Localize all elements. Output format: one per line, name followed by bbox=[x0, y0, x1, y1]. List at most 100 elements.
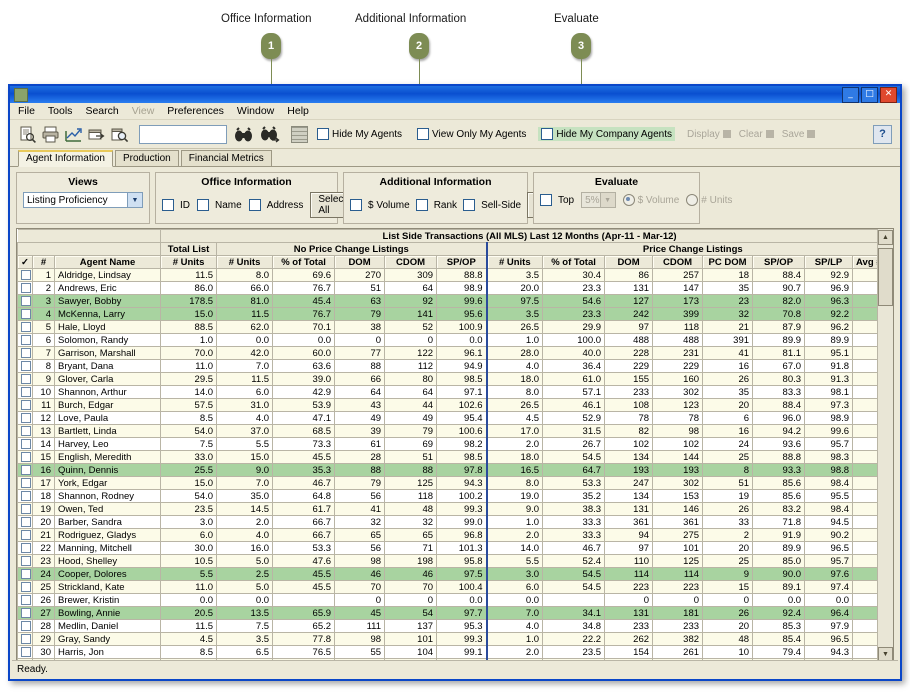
table-row[interactable]: 5 Hale, Lloyd 88.5 62.0 70.1 38 52 100.9 26.5 29.… bbox=[17, 320, 877, 334]
table-row[interactable]: 25 Strickland, Kate 11.0 5.0 45.5 70 70 100.4 6.… bbox=[17, 580, 877, 594]
window-export-icon[interactable] bbox=[87, 125, 106, 144]
binoculars-find-next-icon[interactable] bbox=[259, 125, 281, 144]
column-header-npc-units[interactable]: # Units bbox=[216, 255, 274, 269]
row-select-checkbox[interactable] bbox=[17, 385, 33, 399]
table-row[interactable]: 29 Gray, Sandy 4.5 3.5 77.8 98 101 99.3 1.0 22.2 2… bbox=[17, 632, 877, 646]
row-select-checkbox[interactable] bbox=[17, 320, 33, 334]
views-select[interactable]: Listing Proficiency ▼ bbox=[23, 192, 143, 208]
table-row[interactable]: 22 Manning, Mitchell 30.0 16.0 53.3 56 71 101.3… bbox=[17, 541, 877, 555]
column-header-agent-name[interactable]: Agent Name bbox=[53, 255, 162, 269]
row-select-checkbox[interactable] bbox=[17, 359, 33, 373]
row-select-checkbox[interactable] bbox=[17, 554, 33, 568]
additional-sell-side-checkbox[interactable]: Sell-Side bbox=[463, 199, 521, 211]
table-row[interactable]: 4 McKenna, Larry 15.0 11.5 76.7 79 141 95.6 3.5 2… bbox=[17, 307, 877, 321]
table-row[interactable]: 24 Cooper, Dolores 5.5 2.5 45.5 46 46 97.5 3.0 54… bbox=[17, 567, 877, 581]
table-row[interactable]: 10 Shannon, Arthur 14.0 6.0 42.9 64 64 97.1 8.0 5… bbox=[17, 385, 877, 399]
office-id-checkbox[interactable]: ID bbox=[162, 199, 190, 211]
table-row[interactable]: 18 Shannon, Rodney 54.0 35.0 64.8 56 118 100.2 1… bbox=[17, 489, 877, 503]
scrollbar-thumb[interactable] bbox=[878, 248, 893, 306]
table-row[interactable]: 26 Brewer, Kristin 0.0 0.0 0 0 0.0 0.0 0 0 0 0.0 0.0… bbox=[17, 593, 877, 607]
export-chart-icon[interactable] bbox=[64, 125, 83, 144]
menu-item-file[interactable]: File bbox=[18, 105, 35, 117]
row-select-checkbox[interactable] bbox=[17, 333, 33, 347]
column-header-pc-sp-op[interactable]: SP/OP bbox=[752, 255, 806, 269]
column-header-pc-pct-total[interactable]: % of Total bbox=[542, 255, 606, 269]
row-select-checkbox[interactable] bbox=[17, 567, 33, 581]
row-select-checkbox[interactable] bbox=[17, 294, 33, 308]
row-select-checkbox[interactable] bbox=[17, 372, 33, 386]
row-select-checkbox[interactable] bbox=[17, 307, 33, 321]
search-input[interactable] bbox=[139, 124, 227, 144]
office-name-checkbox[interactable]: Name bbox=[197, 199, 242, 211]
hide-my-agents-checkbox[interactable]: Hide My Agents bbox=[314, 127, 405, 141]
row-select-checkbox[interactable] bbox=[17, 632, 33, 646]
column-header-pc-dom[interactable]: DOM bbox=[604, 255, 654, 269]
scroll-up-button[interactable]: ▲ bbox=[878, 230, 893, 245]
row-select-checkbox[interactable] bbox=[17, 411, 33, 425]
column-header-pc-cdom[interactable]: CDOM bbox=[652, 255, 704, 269]
row-select-checkbox[interactable] bbox=[17, 268, 33, 282]
table-row[interactable]: 2 Andrews, Eric 86.0 66.0 76.7 51 64 98.9 20.0 23… bbox=[17, 281, 877, 295]
help-button[interactable]: ? bbox=[873, 124, 892, 144]
column-header-pc-pcdom[interactable]: PC DOM bbox=[702, 255, 754, 269]
row-select-checkbox[interactable] bbox=[17, 424, 33, 438]
table-row[interactable]: 1 Aldridge, Lindsay 11.5 8.0 69.6 270 309 88.8 3… bbox=[17, 268, 877, 282]
row-select-checkbox[interactable] bbox=[17, 281, 33, 295]
column-header-npc-dom[interactable]: DOM bbox=[334, 255, 386, 269]
row-select-checkbox[interactable] bbox=[17, 489, 33, 503]
additional-volume-checkbox[interactable]: $ Volume bbox=[350, 199, 410, 211]
column-header-pc-avg-pc[interactable]: Avg # PC bbox=[852, 255, 877, 269]
additional-rank-checkbox[interactable]: Rank bbox=[415, 199, 457, 211]
table-row[interactable]: 14 Harvey, Leo 7.5 5.5 73.3 61 69 98.2 2.0 26.7 10… bbox=[17, 437, 877, 451]
row-select-checkbox[interactable] bbox=[17, 528, 33, 542]
table-row[interactable]: 11 Burch, Edgar 57.5 31.0 53.9 43 44 102.6 26.5 4… bbox=[17, 398, 877, 412]
minimize-button[interactable]: _ bbox=[842, 86, 859, 103]
column-header-npc-sp-op[interactable]: SP/OP bbox=[436, 255, 488, 269]
table-row[interactable]: 7 Garrison, Marshall 70.0 42.0 60.0 77 122 96.1… bbox=[17, 346, 877, 360]
row-select-checkbox[interactable] bbox=[17, 593, 33, 607]
evaluate-volume-radio[interactable]: $ Volume bbox=[622, 194, 679, 206]
menu-item-window[interactable]: Window bbox=[237, 105, 274, 117]
evaluate-top-checkbox[interactable]: Top bbox=[540, 194, 574, 206]
table-row[interactable]: 27 Bowling, Annie 20.5 13.5 65.9 45 54 97.7 7.0 3… bbox=[17, 606, 877, 620]
binoculars-search-icon[interactable] bbox=[233, 125, 255, 144]
column-header-npc-cdom[interactable]: CDOM bbox=[384, 255, 438, 269]
table-row[interactable]: 23 Hood, Shelley 10.5 5.0 47.6 98 198 95.8 5.5 52… bbox=[17, 554, 877, 568]
tab-agent-information[interactable]: Agent Information bbox=[18, 150, 113, 167]
table-row[interactable]: 28 Medlin, Daniel 11.5 7.5 65.2 111 137 95.3 4.0… bbox=[17, 619, 877, 633]
menu-item-tools[interactable]: Tools bbox=[48, 105, 73, 117]
row-select-checkbox[interactable] bbox=[17, 476, 33, 490]
row-select-checkbox[interactable] bbox=[17, 450, 33, 464]
row-select-checkbox[interactable] bbox=[17, 346, 33, 360]
table-row[interactable]: 8 Bryant, Dana 11.0 7.0 63.6 88 112 94.9 4.0 36.4… bbox=[17, 359, 877, 373]
print-preview-icon[interactable] bbox=[18, 125, 37, 144]
table-row[interactable]: 12 Love, Paula 8.5 4.0 47.1 49 49 95.4 4.5 52.9 78… bbox=[17, 411, 877, 425]
view-only-my-agents-checkbox[interactable]: View Only My Agents bbox=[414, 127, 529, 141]
column-header-npc-pct-total[interactable]: % of Total bbox=[272, 255, 336, 269]
evaluate-units-radio[interactable]: # Units bbox=[686, 194, 732, 206]
table-row[interactable]: 3 Sawyer, Bobby 178.5 81.0 45.4 63 92 99.6 97.5 5… bbox=[17, 294, 877, 308]
search-records-icon[interactable] bbox=[110, 125, 129, 144]
menu-item-preferences[interactable]: Preferences bbox=[167, 105, 224, 117]
print-icon[interactable] bbox=[41, 125, 60, 144]
row-select-checkbox[interactable] bbox=[17, 437, 33, 451]
table-row[interactable]: 21 Rodriguez, Gladys 6.0 4.0 66.7 65 65 96.8 2.0… bbox=[17, 528, 877, 542]
column-header-pc-units[interactable]: # Units bbox=[485, 255, 544, 269]
table-row[interactable]: 16 Quinn, Dennis 25.5 9.0 35.3 88 88 97.8 16.5 64… bbox=[17, 463, 877, 477]
row-select-checkbox[interactable] bbox=[17, 580, 33, 594]
table-row[interactable]: 6 Solomon, Randy 1.0 0.0 0.0 0 0 0.0 1.0 100.0 488… bbox=[17, 333, 877, 347]
grid-view-icon[interactable] bbox=[291, 125, 308, 143]
column-header-check[interactable]: ✓ bbox=[17, 255, 33, 269]
row-select-checkbox[interactable] bbox=[17, 645, 33, 659]
row-select-checkbox[interactable] bbox=[17, 515, 33, 529]
office-address-checkbox[interactable]: Address bbox=[248, 199, 303, 211]
table-row[interactable]: 9 Glover, Carla 29.5 11.5 39.0 66 80 98.5 18.0 61… bbox=[17, 372, 877, 386]
table-row[interactable]: 30 Harris, Jon 8.5 6.5 76.5 55 104 99.1 2.0 23.5 1… bbox=[17, 645, 877, 659]
column-header-pc-sp-lp[interactable]: SP/LP bbox=[804, 255, 854, 269]
table-row[interactable]: 15 English, Meredith 33.0 15.0 45.5 28 51 98.5 1… bbox=[17, 450, 877, 464]
menu-item-help[interactable]: Help bbox=[287, 105, 309, 117]
row-select-checkbox[interactable] bbox=[17, 619, 33, 633]
close-button[interactable]: ✕ bbox=[880, 86, 897, 103]
vertical-scrollbar[interactable]: ▲ ▼ bbox=[877, 229, 893, 663]
tab-financial-metrics[interactable]: Financial Metrics bbox=[180, 150, 272, 166]
